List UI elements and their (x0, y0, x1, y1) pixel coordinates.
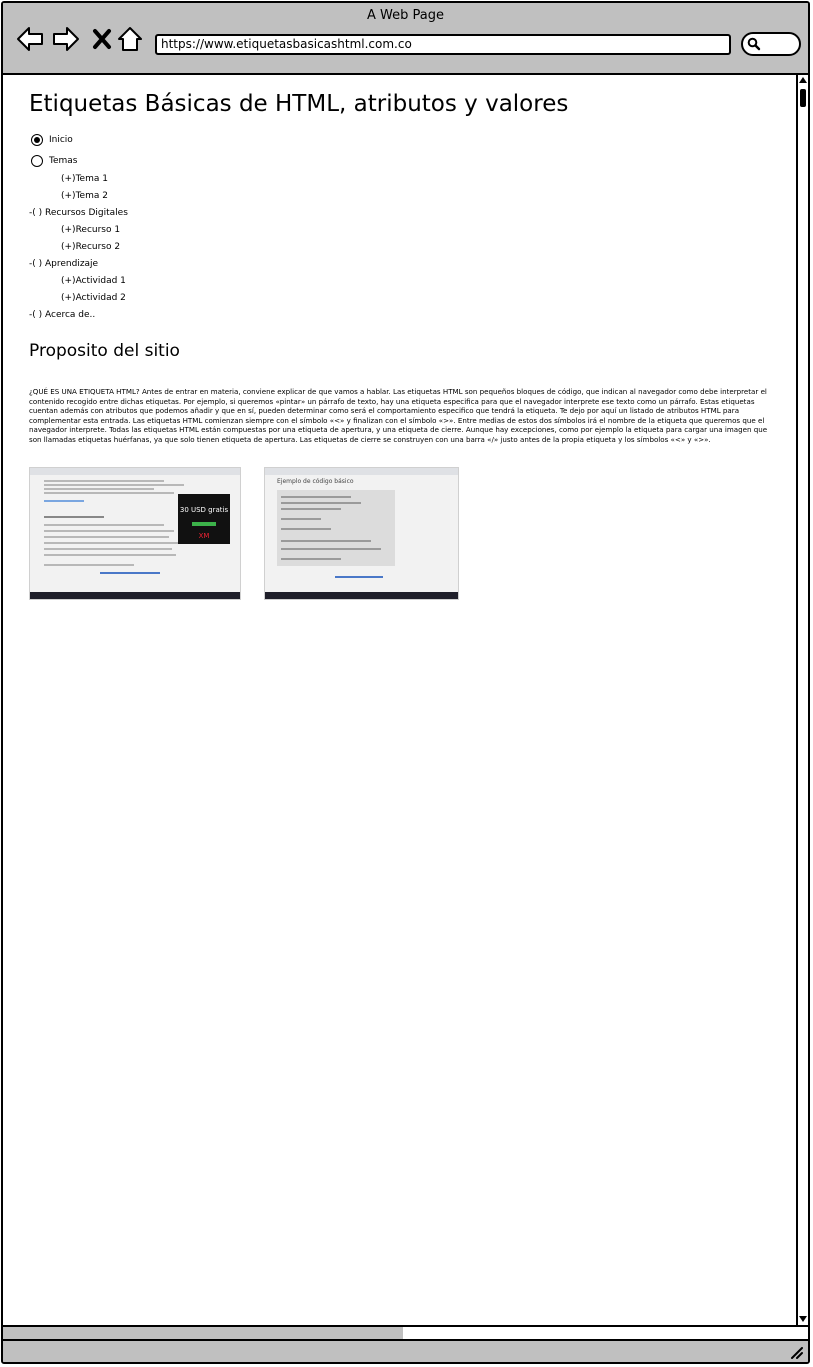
menu-item-recurso2[interactable]: (+)Recurso 2 (61, 241, 120, 253)
purpose-paragraph: ¿QUÉ ES UNA ETIQUETA HTML? Antes de entr… (29, 387, 768, 444)
search-input[interactable] (741, 32, 801, 56)
scrollbar-thumb[interactable] (800, 89, 806, 107)
menu-item-actividad2[interactable]: (+)Actividad 2 (61, 292, 126, 304)
menu-item-aprendizaje[interactable]: -( ) Aprendizaje (29, 258, 98, 270)
horizontal-scrollbar[interactable] (3, 1325, 808, 1339)
menu-item-temas[interactable]: Temas (49, 155, 77, 167)
menu-item-inicio[interactable]: Inicio (49, 134, 73, 146)
status-bar (3, 1339, 808, 1362)
back-arrow-icon[interactable] (15, 24, 45, 54)
url-input[interactable]: https://www.etiquetasbasicashtml.com.co (155, 34, 731, 55)
browser-window: A Web Page https://www.etiquetasbasicash… (1, 1, 810, 1364)
forward-arrow-icon[interactable] (51, 24, 81, 54)
window-title: A Web Page (367, 8, 444, 23)
screenshot-image-1: 30 USD gratis XM (29, 467, 241, 600)
menu-item-tema1[interactable]: (+)Tema 1 (61, 173, 108, 185)
scroll-up-icon[interactable] (798, 76, 808, 84)
close-x-icon[interactable] (87, 24, 117, 54)
menu-item-actividad1[interactable]: (+)Actividad 1 (61, 275, 126, 287)
radio-temas[interactable] (31, 155, 43, 167)
radio-inicio[interactable] (31, 134, 43, 146)
page-content: Etiquetas Básicas de HTML, atributos y v… (3, 75, 796, 1325)
page-title: Etiquetas Básicas de HTML, atributos y v… (29, 91, 569, 117)
search-icon (747, 37, 761, 51)
resize-handle-icon[interactable] (790, 1347, 804, 1359)
vertical-scrollbar[interactable] (796, 75, 808, 1325)
home-icon[interactable] (115, 24, 145, 54)
menu-item-recurso1[interactable]: (+)Recurso 1 (61, 224, 120, 236)
screenshot-image-2: Ejemplo de código básico (264, 467, 459, 600)
ad-text: 30 USD gratis (179, 506, 229, 514)
horizontal-scrollbar-thumb[interactable] (3, 1327, 403, 1339)
section-title: Proposito del sitio (29, 341, 180, 361)
scroll-down-icon[interactable] (798, 1315, 808, 1323)
menu-item-recursos[interactable]: -( ) Recursos Digitales (29, 207, 128, 219)
menu-item-tema2[interactable]: (+)Tema 2 (61, 190, 108, 202)
menu-item-acerca[interactable]: -( ) Acerca de.. (29, 309, 95, 321)
screenshot-heading: Ejemplo de código básico (277, 478, 354, 485)
browser-toolbar: A Web Page https://www.etiquetasbasicash… (3, 3, 808, 75)
ad-brand: XM (198, 532, 210, 540)
